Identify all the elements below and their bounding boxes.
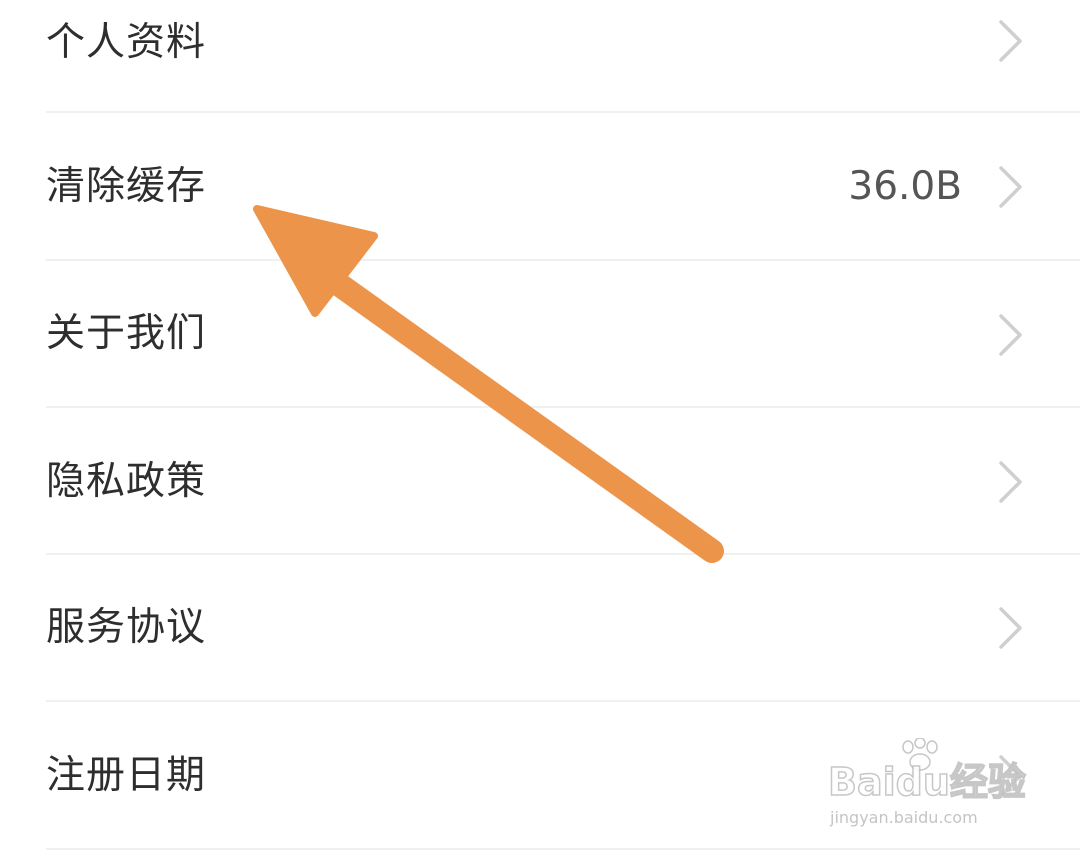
settings-item-label: 服务协议: [46, 605, 207, 650]
settings-item-privacy-policy[interactable]: 隐私政策: [0, 408, 1080, 555]
chevron-right-icon: [999, 607, 1022, 649]
settings-item-label: 关于我们: [46, 311, 207, 356]
settings-item-label: 清除缓存: [46, 164, 207, 209]
settings-item-label: 注册日期: [46, 753, 207, 798]
settings-item-about-us[interactable]: 关于我们: [0, 261, 1080, 408]
settings-item-registration-date[interactable]: 注册日期: [0, 702, 1080, 849]
chevron-right-icon: [999, 314, 1022, 356]
settings-item-clear-cache[interactable]: 清除缓存 36.0B: [0, 113, 1080, 260]
chevron-right-icon: [999, 461, 1022, 503]
settings-item-label: 个人资料: [46, 20, 207, 65]
chevron-right-icon: [999, 20, 1022, 62]
settings-item-profile[interactable]: 个人资料: [0, 0, 1080, 117]
chevron-right-icon: [999, 166, 1022, 208]
settings-list: 个人资料 清除缓存 36.0B 关于我们 隐私政策 服务协议 注册日期: [0, 0, 1080, 856]
settings-item-label: 隐私政策: [46, 459, 207, 504]
divider: [46, 848, 1080, 850]
chevron-right-icon: [999, 755, 1022, 797]
settings-item-service-agreement[interactable]: 服务协议: [0, 555, 1080, 702]
cache-size-value: 36.0B: [848, 164, 962, 209]
